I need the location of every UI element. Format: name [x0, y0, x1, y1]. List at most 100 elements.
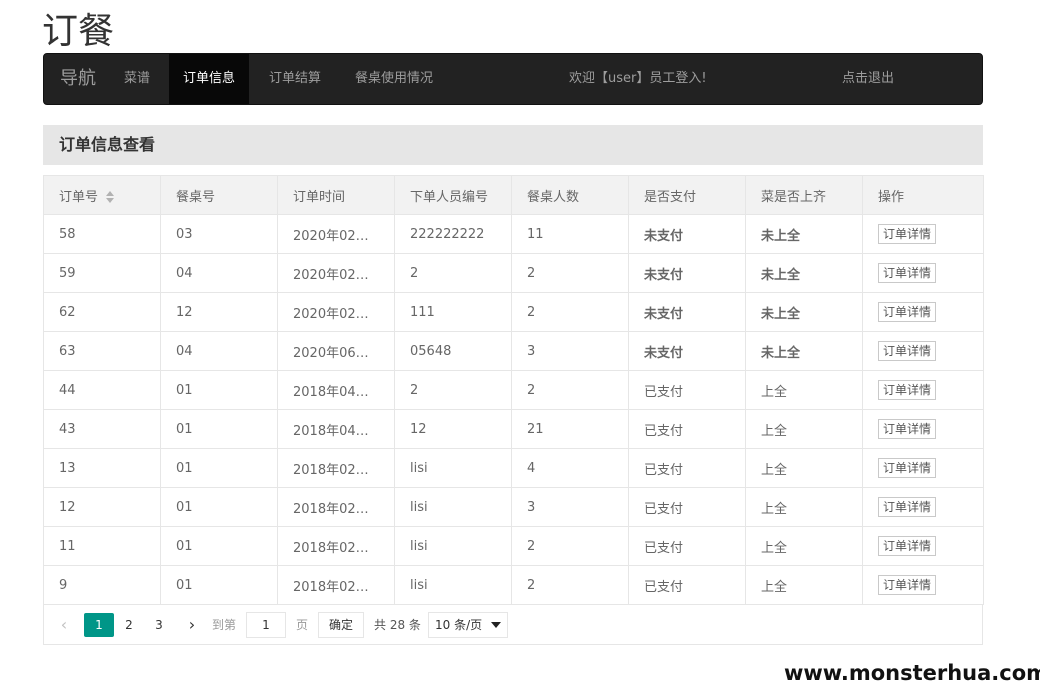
nav-item-table-usage[interactable]: 餐桌使用情况: [341, 54, 447, 104]
page-unit-label: 页: [296, 618, 309, 632]
order-detail-button[interactable]: 订单详情: [878, 575, 937, 595]
cell-staff-no: 2: [394, 370, 512, 410]
cell-table-no: 01: [160, 487, 278, 527]
watermark: www.monsterhua.com: [780, 646, 1040, 700]
cell-actions: 订单详情: [862, 409, 984, 449]
cell-order-time: 2018年02…: [277, 565, 395, 605]
header-paid: 是否支付: [628, 175, 746, 215]
table-row: 58 03 2020年02… 222222222 11 未支付 未上全 订单详情: [43, 214, 984, 254]
page-3[interactable]: 3: [144, 613, 174, 637]
table-row: 13 01 2018年02… lisi 4 已支付 上全 订单详情: [43, 448, 984, 488]
cell-served-status: 上全: [745, 565, 863, 605]
cell-served-status: 未上全: [745, 253, 863, 293]
cell-paid-status: 已支付: [628, 526, 746, 566]
cell-staff-no: lisi: [394, 526, 512, 566]
panel-title: 订单信息查看: [43, 125, 983, 165]
cell-paid-status: 已支付: [628, 409, 746, 449]
header-served: 菜是否上齐: [745, 175, 863, 215]
cell-table-no: 01: [160, 448, 278, 488]
table-row: 9 01 2018年02… lisi 2 已支付 上全 订单详情: [43, 565, 984, 605]
cell-actions: 订单详情: [862, 448, 984, 488]
order-detail-button[interactable]: 订单详情: [878, 536, 937, 556]
nav-item-menu[interactable]: 菜谱: [110, 54, 164, 104]
cell-order-no: 63: [43, 331, 161, 371]
order-detail-button[interactable]: 订单详情: [878, 263, 937, 283]
cell-served-status: 上全: [745, 526, 863, 566]
cell-paid-status: 未支付: [628, 214, 746, 254]
cell-actions: 订单详情: [862, 565, 984, 605]
cell-order-no: 62: [43, 292, 161, 332]
cell-served-status: 未上全: [745, 214, 863, 254]
cell-table-no: 04: [160, 331, 278, 371]
order-detail-button[interactable]: 订单详情: [878, 302, 937, 322]
cell-paid-status: 已支付: [628, 448, 746, 488]
cell-actions: 订单详情: [862, 526, 984, 566]
nav-item-order-settle[interactable]: 订单结算: [255, 54, 335, 104]
table-header-row: 订单号 餐桌号 订单时间 下单人员编号 餐桌人数 是否支付 菜是否上齐 操作: [43, 175, 984, 215]
table-row: 11 01 2018年02… lisi 2 已支付 上全 订单详情: [43, 526, 984, 566]
cell-staff-no: 222222222: [394, 214, 512, 254]
cell-served-status: 上全: [745, 448, 863, 488]
page-size-select[interactable]: 10 条/页: [428, 612, 508, 638]
total-count: 共 28 条: [374, 618, 421, 632]
cell-staff-no: 111: [394, 292, 512, 332]
cell-order-time: 2018年04…: [277, 409, 395, 449]
page-size-value: 10 条/页: [435, 618, 483, 632]
cell-staff-no: lisi: [394, 448, 512, 488]
cell-actions: 订单详情: [862, 487, 984, 527]
cell-order-time: 2020年02…: [277, 253, 395, 293]
cell-actions: 订单详情: [862, 214, 984, 254]
nav-brand[interactable]: 导航: [60, 54, 96, 104]
sort-icon[interactable]: [106, 191, 115, 203]
order-detail-button[interactable]: 订单详情: [878, 419, 937, 439]
order-detail-button[interactable]: 订单详情: [878, 497, 937, 517]
cell-served-status: 未上全: [745, 331, 863, 371]
cell-people: 3: [511, 487, 629, 527]
cell-table-no: 12: [160, 292, 278, 332]
page-1[interactable]: 1: [84, 613, 114, 637]
top-navbar: 导航 菜谱 订单信息 订单结算 餐桌使用情况 欢迎【user】员工登入! 点击退…: [43, 53, 983, 105]
cell-served-status: 上全: [745, 370, 863, 410]
table-row: 59 04 2020年02… 2 2 未支付 未上全 订单详情: [43, 253, 984, 293]
next-page-icon[interactable]: ›: [184, 613, 200, 637]
cell-table-no: 01: [160, 409, 278, 449]
cell-people: 4: [511, 448, 629, 488]
order-detail-button[interactable]: 订单详情: [878, 380, 937, 400]
order-detail-button[interactable]: 订单详情: [878, 458, 937, 478]
header-label: 订单号: [59, 189, 99, 205]
table-row: 44 01 2018年04… 2 2 已支付 上全 订单详情: [43, 370, 984, 410]
page-2[interactable]: 2: [114, 613, 144, 637]
cell-order-no: 12: [43, 487, 161, 527]
goto-page-input[interactable]: [246, 612, 286, 638]
app-title: 订餐: [42, 11, 115, 52]
cell-paid-status: 未支付: [628, 253, 746, 293]
logout-link[interactable]: 点击退出: [842, 54, 894, 104]
cell-order-time: 2018年02…: [277, 487, 395, 527]
cell-order-no: 43: [43, 409, 161, 449]
cell-order-time: 2018年02…: [277, 448, 395, 488]
cell-order-no: 9: [43, 565, 161, 605]
goto-confirm-button[interactable]: 确定: [318, 612, 364, 638]
cell-order-no: 13: [43, 448, 161, 488]
header-table-no: 餐桌号: [160, 175, 278, 215]
cell-table-no: 01: [160, 370, 278, 410]
nav-item-order-info[interactable]: 订单信息: [169, 54, 250, 104]
prev-page-icon[interactable]: ‹: [56, 613, 72, 637]
cell-people: 2: [511, 565, 629, 605]
header-order-no[interactable]: 订单号: [43, 175, 161, 215]
header-people: 餐桌人数: [511, 175, 629, 215]
cell-people: 2: [511, 526, 629, 566]
pagination: ‹ 1 2 3 › 到第 页 确定 共 28 条 10 条/页: [43, 605, 983, 645]
cell-order-no: 58: [43, 214, 161, 254]
cell-people: 2: [511, 370, 629, 410]
cell-staff-no: 05648: [394, 331, 512, 371]
header-staff-no: 下单人员编号: [394, 175, 512, 215]
cell-people: 2: [511, 253, 629, 293]
cell-actions: 订单详情: [862, 370, 984, 410]
order-detail-button[interactable]: 订单详情: [878, 224, 937, 244]
cell-people: 11: [511, 214, 629, 254]
table-row: 12 01 2018年02… lisi 3 已支付 上全 订单详情: [43, 487, 984, 527]
cell-actions: 订单详情: [862, 292, 984, 332]
order-detail-button[interactable]: 订单详情: [878, 341, 937, 361]
cell-actions: 订单详情: [862, 253, 984, 293]
